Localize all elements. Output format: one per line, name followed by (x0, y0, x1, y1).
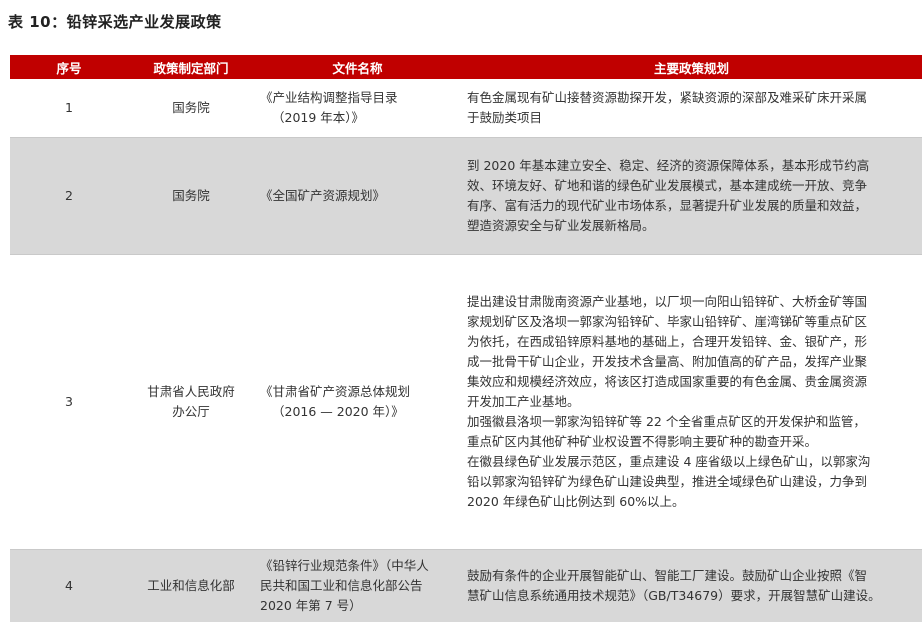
header-dept: 政策制定部门 (128, 55, 254, 79)
doc-line: 《铅锌行业规范条件》（中华人 (260, 556, 461, 576)
table-row: 1 国务院 《产业结构调整指导目录 （2019 年本）》 有色金属现有矿山接替资… (10, 79, 922, 138)
cell-doc: 《产业结构调整指导目录 （2019 年本）》 (254, 79, 461, 138)
plan-line: 开发加工产业基地。 (467, 392, 914, 412)
plan-line: 有色金属现有矿山接替资源勘探开发，紧缺资源的深部及难采矿床开采属 (467, 88, 914, 108)
policy-table: 序号 政策制定部门 文件名称 主要政策规划 1 国务院 《产业结构调整指导目录 … (10, 55, 922, 622)
cell-plan: 鼓励有条件的企业开展智能矿山、智能工厂建设。鼓励矿山企业按照《智 慧矿山信息系统… (461, 550, 922, 622)
cell-dept: 国务院 (128, 79, 254, 138)
table-row: 4 工业和信息化部 《铅锌行业规范条件》（中华人 民共和国工业和信息化部公告 2… (10, 550, 922, 622)
plan-line: 慧矿山信息系统通用技术规范》（GB/T34679）要求，开展智慧矿山建设。 (467, 586, 914, 606)
cell-plan: 提出建设甘肃陇南资源产业基地，以厂坝一向阳山铅锌矿、大桥金矿等国 家规划矿区及洛… (461, 255, 922, 550)
doc-line: 民共和国工业和信息化部公告 (260, 576, 461, 596)
plan-line: 鼓励有条件的企业开展智能矿山、智能工厂建设。鼓励矿山企业按照《智 (467, 566, 914, 586)
cell-dept: 国务院 (128, 138, 254, 255)
plan-line: 塑造资源安全与矿业发展新格局。 (467, 216, 914, 236)
doc-line: 2020 年第 7 号） (260, 596, 461, 616)
cell-doc: 《铅锌行业规范条件》（中华人 民共和国工业和信息化部公告 2020 年第 7 号… (254, 550, 461, 622)
doc-line: 《甘肃省矿产资源总体规划 (260, 382, 461, 402)
plan-line: 为依托，在西成铅锌原料基地的基础上，合理开发铅锌、金、银矿产，形 (467, 332, 914, 352)
cell-plan: 到 2020 年基本建立安全、稳定、经济的资源保障体系，基本形成节约高 效、环境… (461, 138, 922, 255)
cell-no: 1 (10, 79, 128, 138)
plan-line: 在徽县绿色矿业发展示范区，重点建设 4 座省级以上绿色矿山，以郭家沟 (467, 452, 914, 472)
cell-no: 3 (10, 255, 128, 550)
plan-line: 于鼓励类项目 (467, 108, 914, 128)
table-title: 表 10：铅锌采选产业发展政策 (8, 11, 222, 32)
doc-line: 《产业结构调整指导目录 (260, 88, 461, 108)
plan-line: 提出建设甘肃陇南资源产业基地，以厂坝一向阳山铅锌矿、大桥金矿等国 (467, 292, 914, 312)
cell-doc: 《全国矿产资源规划》 (254, 138, 461, 255)
dept-line: 甘肃省人民政府 (128, 382, 254, 402)
cell-no: 4 (10, 550, 128, 622)
header-plan: 主要政策规划 (461, 55, 922, 79)
plan-line: 有序、富有活力的现代矿业市场体系，显著提升矿业发展的质量和效益， (467, 196, 914, 216)
header-no: 序号 (10, 55, 128, 79)
doc-line: （2019 年本）》 (260, 108, 461, 128)
plan-line: 重点矿区内其他矿种矿业权设置不得影响主要矿种的勘查开采。 (467, 432, 914, 452)
dept-line: 办公厅 (128, 402, 254, 422)
plan-line: 2020 年绿色矿山比例达到 60%以上。 (467, 492, 914, 512)
cell-dept: 甘肃省人民政府 办公厅 (128, 255, 254, 550)
cell-no: 2 (10, 138, 128, 255)
table-row: 3 甘肃省人民政府 办公厅 《甘肃省矿产资源总体规划 （2016 — 2020 … (10, 255, 922, 550)
plan-line: 成一批骨干矿山企业，开发技术含量高、附加值高的矿产品，发挥产业聚 (467, 352, 914, 372)
plan-line: 加强徽县洛坝一郭家沟铅锌矿等 22 个全省重点矿区的开发保护和监管， (467, 412, 914, 432)
header-doc: 文件名称 (254, 55, 461, 79)
plan-line: 效、环境友好、矿地和谐的绿色矿业发展模式，基本建成统一开放、竞争 (467, 176, 914, 196)
cell-doc: 《甘肃省矿产资源总体规划 （2016 — 2020 年）》 (254, 255, 461, 550)
plan-line: 铅以郭家沟铅锌矿为绿色矿山建设典型，推进全域绿色矿山建设，力争到 (467, 472, 914, 492)
table-header-row: 序号 政策制定部门 文件名称 主要政策规划 (10, 55, 922, 79)
doc-line: （2016 — 2020 年）》 (260, 402, 461, 422)
table-row: 2 国务院 《全国矿产资源规划》 到 2020 年基本建立安全、稳定、经济的资源… (10, 138, 922, 255)
plan-line: 到 2020 年基本建立安全、稳定、经济的资源保障体系，基本形成节约高 (467, 156, 914, 176)
doc-line: 《全国矿产资源规划》 (260, 186, 461, 206)
cell-dept: 工业和信息化部 (128, 550, 254, 622)
plan-line: 家规划矿区及洛坝一郭家沟铅锌矿、毕家山铅锌矿、崖湾锑矿等重点矿区 (467, 312, 914, 332)
plan-line: 集效应和规模经济效应，将该区打造成国家重要的有色金属、贵金属资源 (467, 372, 914, 392)
cell-plan: 有色金属现有矿山接替资源勘探开发，紧缺资源的深部及难采矿床开采属 于鼓励类项目 (461, 79, 922, 138)
